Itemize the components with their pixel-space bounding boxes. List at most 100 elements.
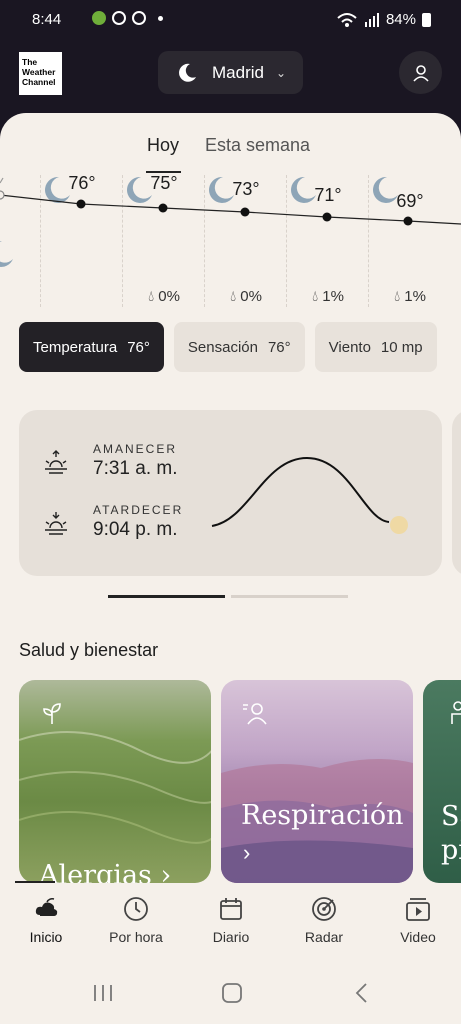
forecast-tabs: Hoy Esta semana <box>0 135 461 175</box>
nav-label: Video <box>400 929 436 945</box>
tab-hoy[interactable]: Hoy <box>147 135 179 156</box>
city-name: Madrid <box>212 62 264 82</box>
health-card-alergias[interactable]: Alergias › <box>19 680 211 883</box>
app-notification-icon <box>92 11 106 25</box>
card-title: Sa pi <box>441 801 461 866</box>
hour-precip: 💧︎ 0% <box>123 288 205 305</box>
tab-esta-semana[interactable]: Esta semana <box>205 135 310 156</box>
radar-icon <box>312 897 336 921</box>
nav-diario[interactable]: Diario <box>185 895 277 945</box>
chip-value: 76° <box>127 338 150 356</box>
carousel-pager <box>108 595 348 598</box>
hour-precip: 💧︎ 1% <box>369 288 451 305</box>
weather-channel-logo[interactable]: The Weather Channel <box>19 52 62 95</box>
home-icon[interactable] <box>220 981 244 1005</box>
sprout-icon <box>43 703 61 724</box>
app-notification-icon <box>132 11 146 25</box>
sun-position-icon <box>390 516 408 534</box>
calendar-icon <box>220 898 242 920</box>
nav-inicio[interactable]: Inicio <box>0 895 92 945</box>
precip-value: 1% <box>322 288 344 305</box>
battery-text: 84% <box>385 11 416 28</box>
chip-value: 10 mp <box>380 338 423 356</box>
clock-icon <box>124 897 148 921</box>
logo-line: Weather <box>22 67 56 77</box>
sunrise-label: AMANECER <box>93 442 178 456</box>
status-right: 84% <box>336 11 431 28</box>
nav-label: Radar <box>304 929 344 945</box>
drop-icon: 💧︎ <box>230 288 237 305</box>
nav-label: Inicio <box>29 929 63 945</box>
home-weather-icon <box>35 898 58 916</box>
temp-point <box>403 216 413 226</box>
main-sheet: Hoy Esta semana 76° 75° 💧︎ 0% 73° 💧︎ 0% … <box>0 113 461 883</box>
sunrise-time: 7:31 a. m. <box>93 458 178 479</box>
nav-label: Diario <box>212 929 250 945</box>
drop-icon: 💧︎ <box>312 288 319 305</box>
nav-label: Por hora <box>109 929 163 945</box>
person-icon <box>451 701 461 724</box>
card-title: Respiración <box>241 800 404 831</box>
health-section-title: Salud y bienestar <box>19 640 159 660</box>
system-navigation <box>0 963 461 1024</box>
notification-icons <box>72 11 163 25</box>
wifi-icon <box>337 12 357 27</box>
logo-line: The <box>22 57 38 67</box>
hourly-forecast[interactable]: 76° 75° 💧︎ 0% 73° 💧︎ 0% 71° 💧︎ 1% 69° 💧︎… <box>0 173 461 307</box>
temp-point <box>76 199 86 209</box>
battery-icon <box>422 12 431 27</box>
pager-active <box>108 595 225 598</box>
sunset-icon <box>45 512 67 535</box>
user-icon <box>412 64 429 82</box>
breathing-icon <box>243 703 267 725</box>
moon-icon <box>179 63 196 82</box>
more-notifications-icon <box>158 15 163 21</box>
health-card-respiracion[interactable]: Respiración › <box>221 680 413 883</box>
temperature-line <box>0 177 461 226</box>
status-time: 8:44 <box>32 11 62 28</box>
chip-value: 76° <box>267 338 291 356</box>
precip-value: 1% <box>404 288 426 305</box>
sunset-row: ATARDECER 9:04 p. m. <box>41 503 183 541</box>
chip-temperatura[interactable]: Temperatura 76° <box>19 322 164 372</box>
location-selector[interactable]: Madrid ⌄ <box>158 51 303 94</box>
nav-por-hora[interactable]: Por hora <box>90 895 182 945</box>
sun-arc <box>211 456 408 534</box>
drop-icon: 💧︎ <box>394 288 401 305</box>
chevron-down-icon: ⌄ <box>275 65 287 80</box>
sunrise-row: AMANECER 7:31 a. m. <box>41 442 178 480</box>
bottom-navigation: Inicio Por hora Diario Radar Video <box>0 883 461 963</box>
next-card-peek[interactable] <box>452 410 461 576</box>
temp-point <box>0 190 5 200</box>
pager-inactive <box>231 595 348 598</box>
video-icon <box>406 898 430 921</box>
sunset-label: ATARDECER <box>93 503 184 517</box>
temp-point <box>240 207 250 217</box>
recent-apps-icon[interactable] <box>92 981 114 1005</box>
sunrise-icon <box>45 450 67 474</box>
sun-card[interactable]: AMANECER 7:31 a. m. ATARDECER 9:04 p. m. <box>19 410 442 576</box>
hour-precip: 💧︎ 0% <box>205 288 287 305</box>
sunset-time: 9:04 p. m. <box>93 519 178 540</box>
nav-video[interactable]: Video <box>372 895 461 945</box>
chip-label: Temperatura <box>33 338 118 356</box>
profile-button[interactable] <box>399 51 442 94</box>
chip-sensacion[interactable]: Sensación 76° <box>173 322 305 372</box>
hour-precip: 💧︎ 1% <box>287 288 369 305</box>
precip-value: 0% <box>158 288 180 305</box>
precip-value: 0% <box>240 288 262 305</box>
back-icon[interactable] <box>352 981 372 1005</box>
chip-label: Viento <box>328 338 371 356</box>
status-bar: 8:44 84% <box>0 0 461 40</box>
signal-icon <box>364 12 379 27</box>
chevron-right-icon: › <box>243 840 251 865</box>
metric-chips: Temperatura 76° Sensación 76° Viento 10 … <box>19 322 437 372</box>
chip-viento[interactable]: Viento 10 mp <box>314 322 437 372</box>
temp-point <box>158 203 168 213</box>
nav-radar[interactable]: Radar <box>278 895 370 945</box>
card-title: Alergias › <box>39 860 172 883</box>
drop-icon: 💧︎ <box>148 288 155 305</box>
logo-line: Channel <box>22 77 56 87</box>
app-notification-icon <box>112 11 126 25</box>
health-card-peek[interactable]: Sa pi <box>423 680 461 883</box>
